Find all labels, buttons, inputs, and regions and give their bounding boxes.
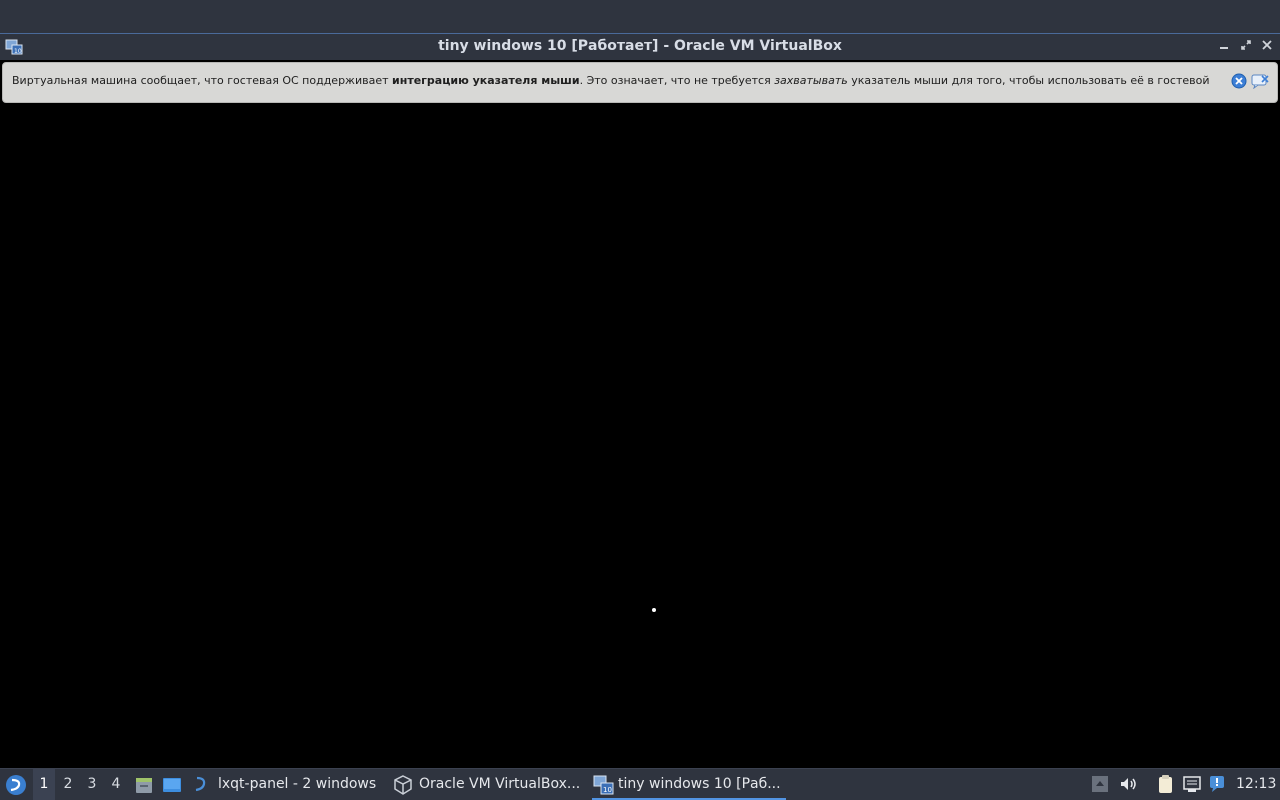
notice-italic-text: захватывать: [774, 74, 848, 87]
virtualbox-window: 10 tiny windows 10 [Работает] - Oracle V…: [0, 33, 1280, 768]
notice-text-part: . Это означает, что не требуется: [579, 74, 775, 87]
svg-text:10: 10: [603, 786, 612, 794]
task-virtualbox-manager[interactable]: Oracle VM VirtualBox...: [393, 769, 588, 800]
start-menu-icon[interactable]: [5, 774, 27, 796]
desktop-icon[interactable]: [162, 775, 182, 795]
window-title: tiny windows 10 [Работает] - Oracle VM V…: [438, 38, 842, 54]
title-bar[interactable]: 10 tiny windows 10 [Работает] - Oracle V…: [0, 33, 1280, 60]
workspace-1[interactable]: 1: [33, 769, 55, 800]
network-icon[interactable]: [1182, 774, 1202, 794]
volume-icon[interactable]: [1118, 774, 1138, 794]
notice-bold-text: интеграцию указателя мыши: [392, 74, 580, 87]
desktop-background: [0, 0, 1280, 33]
notice-message: Виртуальная машина сообщает, что гостева…: [12, 74, 1210, 87]
close-circle-icon[interactable]: [1231, 73, 1247, 89]
task-label: Oracle VM VirtualBox...: [419, 776, 581, 792]
lxqt-icon: [195, 776, 206, 792]
mouse-pointer: [652, 608, 656, 612]
task-label: lxqt-panel - 2 windows: [218, 776, 377, 792]
workspace-3[interactable]: 3: [81, 769, 103, 800]
close-icon[interactable]: [1259, 38, 1275, 56]
hide-message-icon[interactable]: [1251, 73, 1269, 89]
file-manager-icon[interactable]: [134, 775, 154, 795]
show-hidden-tray-icon[interactable]: [1090, 774, 1110, 794]
clock[interactable]: 12:13: [1236, 769, 1276, 800]
restore-icon[interactable]: [1238, 38, 1254, 56]
task-label: tiny windows 10 [Раб...: [618, 776, 781, 792]
clipboard-icon[interactable]: [1156, 774, 1176, 794]
vm-display[interactable]: [0, 105, 1280, 768]
update-notifier-icon[interactable]: [1208, 774, 1228, 794]
virtualbox-icon: [394, 775, 412, 795]
vm-window-icon: 10: [593, 775, 614, 795]
workspace-2[interactable]: 2: [57, 769, 79, 800]
workspace-4[interactable]: 4: [105, 769, 127, 800]
task-tiny-windows-10[interactable]: 10 tiny windows 10 [Раб...: [592, 769, 786, 800]
task-lxqt-panel[interactable]: lxqt-panel - 2 windows: [192, 769, 387, 800]
notice-text-part: указатель мыши для того, чтобы использов…: [847, 74, 1210, 87]
notice-text-part: Виртуальная машина сообщает, что гостева…: [12, 74, 393, 87]
mouse-integration-notice: Виртуальная машина сообщает, что гостева…: [2, 62, 1278, 103]
taskbar: 1 2 3 4 lxqt-panel - 2 windows Oracle VM…: [0, 768, 1280, 800]
minimize-icon[interactable]: [1216, 38, 1232, 56]
